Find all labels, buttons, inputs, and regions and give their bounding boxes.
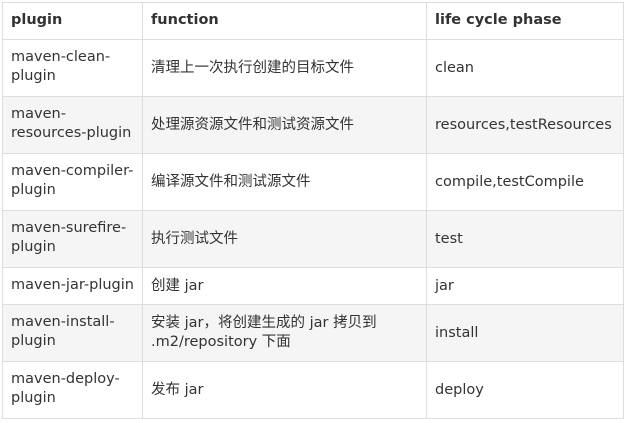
plugin-cell: maven-resources-plugin xyxy=(2,96,143,154)
table-row: maven-install-plugin 安装 jar，将创建生成的 jar 拷… xyxy=(2,304,624,362)
table-header-row: plugin function life cycle phase xyxy=(2,2,624,40)
column-header-plugin: plugin xyxy=(2,2,143,40)
table-row: maven-compiler-plugin 编译源文件和测试源文件 compil… xyxy=(2,153,624,211)
table-row: maven-deploy-plugin 发布 jar deploy xyxy=(2,361,624,419)
function-cell: 清理上一次执行创建的目标文件 xyxy=(142,39,427,97)
phase-cell: test xyxy=(426,210,624,268)
table-row: maven-surefire-plugin 执行测试文件 test xyxy=(2,210,624,268)
function-cell: 处理源资源文件和测试资源文件 xyxy=(142,96,427,154)
function-cell: 编译源文件和测试源文件 xyxy=(142,153,427,211)
table-row: maven-jar-plugin 创建 jar jar xyxy=(2,267,624,305)
table-row: maven-clean-plugin 清理上一次执行创建的目标文件 clean xyxy=(2,39,624,97)
plugin-cell: maven-compiler-plugin xyxy=(2,153,143,211)
function-cell: 执行测试文件 xyxy=(142,210,427,268)
phase-cell: compile,testCompile xyxy=(426,153,624,211)
phase-cell: deploy xyxy=(426,361,624,419)
function-cell: 发布 jar xyxy=(142,361,427,419)
table-row: maven-resources-plugin 处理源资源文件和测试资源文件 re… xyxy=(2,96,624,154)
phase-cell: resources,testResources xyxy=(426,96,624,154)
plugin-cell: maven-clean-plugin xyxy=(2,39,143,97)
function-cell: 创建 jar xyxy=(142,267,427,305)
function-cell: 安装 jar，将创建生成的 jar 拷贝到 .m2/repository 下面 xyxy=(142,304,427,362)
plugin-cell: maven-surefire-plugin xyxy=(2,210,143,268)
plugin-cell: maven-install-plugin xyxy=(2,304,143,362)
phase-cell: install xyxy=(426,304,624,362)
column-header-life-cycle-phase: life cycle phase xyxy=(426,2,624,40)
phase-cell: jar xyxy=(426,267,624,305)
phase-cell: clean xyxy=(426,39,624,97)
plugin-cell: maven-jar-plugin xyxy=(2,267,143,305)
maven-plugin-table: plugin function life cycle phase maven-c… xyxy=(2,2,624,419)
plugin-cell: maven-deploy-plugin xyxy=(2,361,143,419)
column-header-function: function xyxy=(142,2,427,40)
